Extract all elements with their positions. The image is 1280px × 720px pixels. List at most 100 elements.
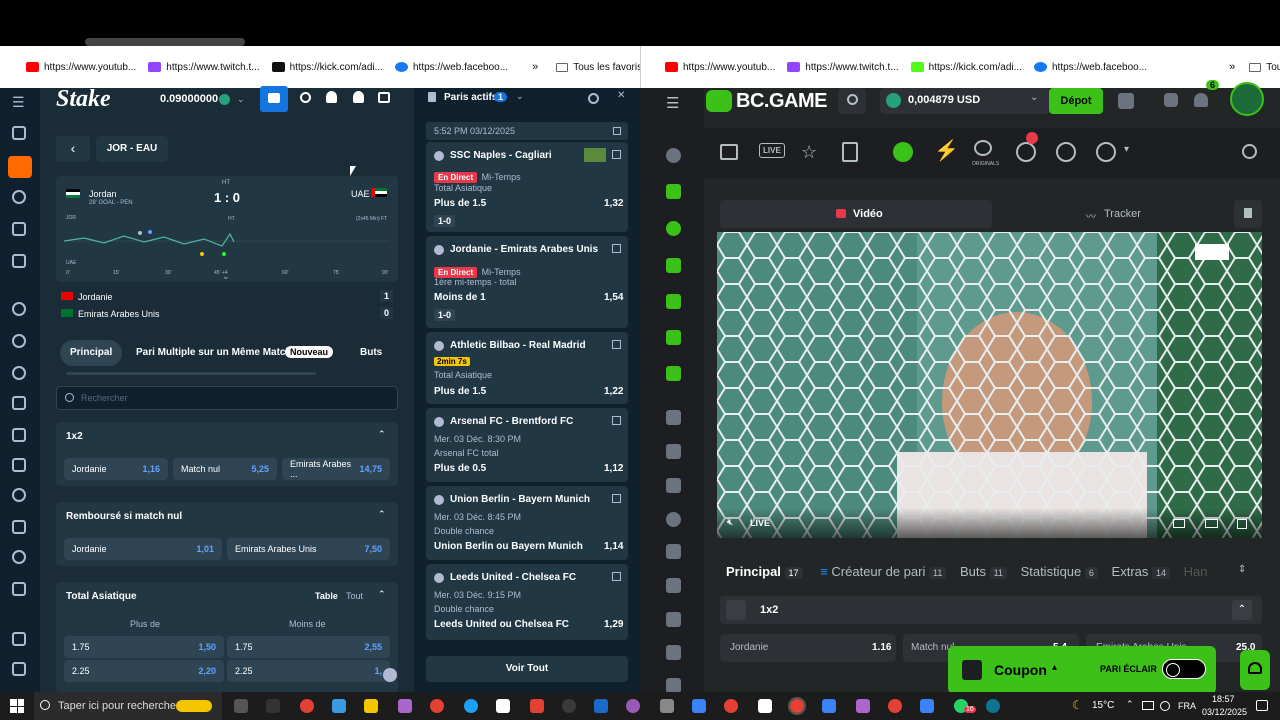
apps-icon[interactable] <box>10 61 12 73</box>
app-icon[interactable] <box>660 699 674 713</box>
close-icon[interactable]: ✕ <box>617 90 625 101</box>
hockey-icon[interactable] <box>12 428 26 442</box>
app-icon[interactable] <box>398 699 412 713</box>
tab-extras[interactable]: Extras 14 <box>1112 564 1171 579</box>
odds-button-home[interactable]: Jordanie 1,01 <box>64 538 222 560</box>
network-icon[interactable] <box>1142 701 1154 710</box>
balance-selector[interactable]: 0,004879 USD ⌄ <box>880 88 1050 114</box>
soccer-icon[interactable] <box>893 142 913 162</box>
chat-icon[interactable] <box>666 645 681 660</box>
casino-icon[interactable] <box>666 148 681 163</box>
home-icon[interactable] <box>720 144 738 160</box>
app-icon[interactable] <box>822 699 836 713</box>
all-favorites[interactable]: Tous les favoris <box>1249 62 1280 73</box>
app-icon[interactable] <box>530 699 544 713</box>
coupon-bar[interactable]: Coupon ▴ PARI ÉCLAIR <box>948 646 1216 694</box>
tennis-ball-icon[interactable] <box>666 221 681 236</box>
chevron-down-icon[interactable]: ▾ <box>1124 144 1129 155</box>
share-icon[interactable] <box>612 150 621 159</box>
share-icon[interactable] <box>612 244 621 253</box>
search-icon[interactable] <box>300 92 311 103</box>
table-view-toggle[interactable]: Table <box>315 591 338 601</box>
gear-icon[interactable] <box>588 93 599 104</box>
menu-icon[interactable]: ☰ <box>12 94 25 111</box>
live-icon[interactable]: LIVE <box>759 143 785 158</box>
tab-principal[interactable]: Principal 17 <box>726 564 803 579</box>
app-icon[interactable] <box>986 699 1000 713</box>
tray-chevron-icon[interactable]: ⌃ <box>1126 699 1134 710</box>
tab-principal[interactable]: Principal <box>60 340 123 366</box>
volume-icon[interactable] <box>1160 701 1170 711</box>
bell-icon[interactable] <box>353 91 364 103</box>
horse-icon[interactable] <box>666 366 681 381</box>
search-icon[interactable] <box>1242 144 1257 159</box>
gamepad-icon[interactable] <box>666 544 681 559</box>
chrome-icon[interactable] <box>430 699 444 713</box>
search-button[interactable] <box>838 88 866 114</box>
gift-icon[interactable] <box>666 444 681 459</box>
folder-icon[interactable] <box>364 699 378 713</box>
bet-item[interactable]: Athletic Bilbao - Real Madrid 2min 7s To… <box>426 332 628 404</box>
tab-stats[interactable]: Statistique 6 <box>1021 564 1098 579</box>
app-icon[interactable] <box>496 699 510 713</box>
calculator-icon[interactable] <box>692 699 706 713</box>
bet-item[interactable]: Arsenal FC - Brentford FC Mer. 03 Déc. 8… <box>426 408 628 482</box>
tab-handicap[interactable]: Han <box>1184 564 1208 579</box>
bookmark-kick[interactable]: https://kick.com/adi... <box>910 62 1022 73</box>
app-icon[interactable] <box>758 699 772 713</box>
bet-item[interactable]: Jordanie - Emirats Arabes Unis En Direct… <box>426 236 628 328</box>
pip-icon[interactable] <box>1205 519 1218 528</box>
more-bookmarks-icon[interactable]: » <box>532 61 538 73</box>
apps-icon[interactable] <box>649 61 651 73</box>
odds-button-home[interactable]: Jordanie 1.16 <box>720 634 896 662</box>
sports-icon[interactable] <box>12 126 26 140</box>
basketball-icon[interactable] <box>1096 142 1116 162</box>
fullscreen-icon[interactable] <box>1237 519 1247 529</box>
edge-icon[interactable] <box>464 699 478 713</box>
app-icon[interactable] <box>562 699 576 713</box>
language[interactable]: FRA <box>1178 701 1196 711</box>
tab-goals[interactable]: Buts <box>360 340 382 366</box>
settings-icon[interactable] <box>12 632 26 646</box>
bet-item[interactable]: Union Berlin - Bayern Munich Mer. 03 Déc… <box>426 486 628 560</box>
taskbar-search[interactable]: Taper ici pour rechercher <box>34 692 222 720</box>
odds-over-2-25[interactable]: 2.25 2,20 <box>64 660 224 682</box>
support-icon[interactable] <box>383 668 397 682</box>
star-icon[interactable]: ☆ <box>801 142 817 163</box>
expand-chevron-icon[interactable]: ⌄ <box>222 271 230 282</box>
bookmark-kick[interactable]: https://kick.com/adi... <box>271 62 383 73</box>
people-icon[interactable] <box>666 612 681 627</box>
sports-icon[interactable] <box>666 184 681 199</box>
deposit-button[interactable]: Dépot <box>1049 88 1103 114</box>
tennis-icon[interactable] <box>12 334 26 348</box>
hd-icon[interactable] <box>1173 519 1185 528</box>
app-icon[interactable] <box>856 699 870 713</box>
menu-icon[interactable]: ☰ <box>666 94 679 112</box>
stake-logo[interactable]: Stake <box>56 86 111 113</box>
share-icon[interactable] <box>612 416 621 425</box>
tab-bet-builder[interactable]: ≡ Créateur de pari 11 <box>820 564 947 579</box>
odds-button-away[interactable]: Emirats Arabes Unis 7,50 <box>227 538 390 560</box>
fighters-icon[interactable] <box>666 330 681 345</box>
chevron-down-icon[interactable]: ⌄ <box>516 91 524 102</box>
more-bookmarks-icon[interactable]: » <box>1229 61 1235 73</box>
lightning-icon[interactable]: ⚡ <box>934 138 959 163</box>
chevron-up-icon[interactable]: ⌃ <box>1232 600 1252 620</box>
tab-goals[interactable]: Buts 11 <box>960 564 1007 579</box>
tab-same-game-multi[interactable]: Pari Multiple sur un Même Match <box>136 340 292 366</box>
list-icon[interactable] <box>666 578 681 593</box>
shield-icon[interactable] <box>12 222 26 236</box>
more-sports-icon[interactable] <box>12 582 26 596</box>
balance-value[interactable]: 0.09000000 <box>160 93 218 105</box>
odds-under-2-25[interactable]: 2.25 1, <box>227 660 390 682</box>
chat-icon[interactable] <box>1164 93 1178 107</box>
live-video-player[interactable]: 🔇︎ LIVE <box>717 232 1262 538</box>
app-icon[interactable] <box>332 699 346 713</box>
user-icon[interactable] <box>326 91 337 103</box>
live-sports-icon[interactable] <box>8 156 32 178</box>
bell-icon[interactable] <box>1194 93 1208 107</box>
all-favorites[interactable]: Tous les favoris <box>556 62 642 73</box>
bookmark-youtube[interactable]: https://www.youtub... <box>665 62 775 73</box>
soccer-icon[interactable] <box>12 302 26 316</box>
bookmark-youtube[interactable]: https://www.youtub... <box>26 62 136 73</box>
